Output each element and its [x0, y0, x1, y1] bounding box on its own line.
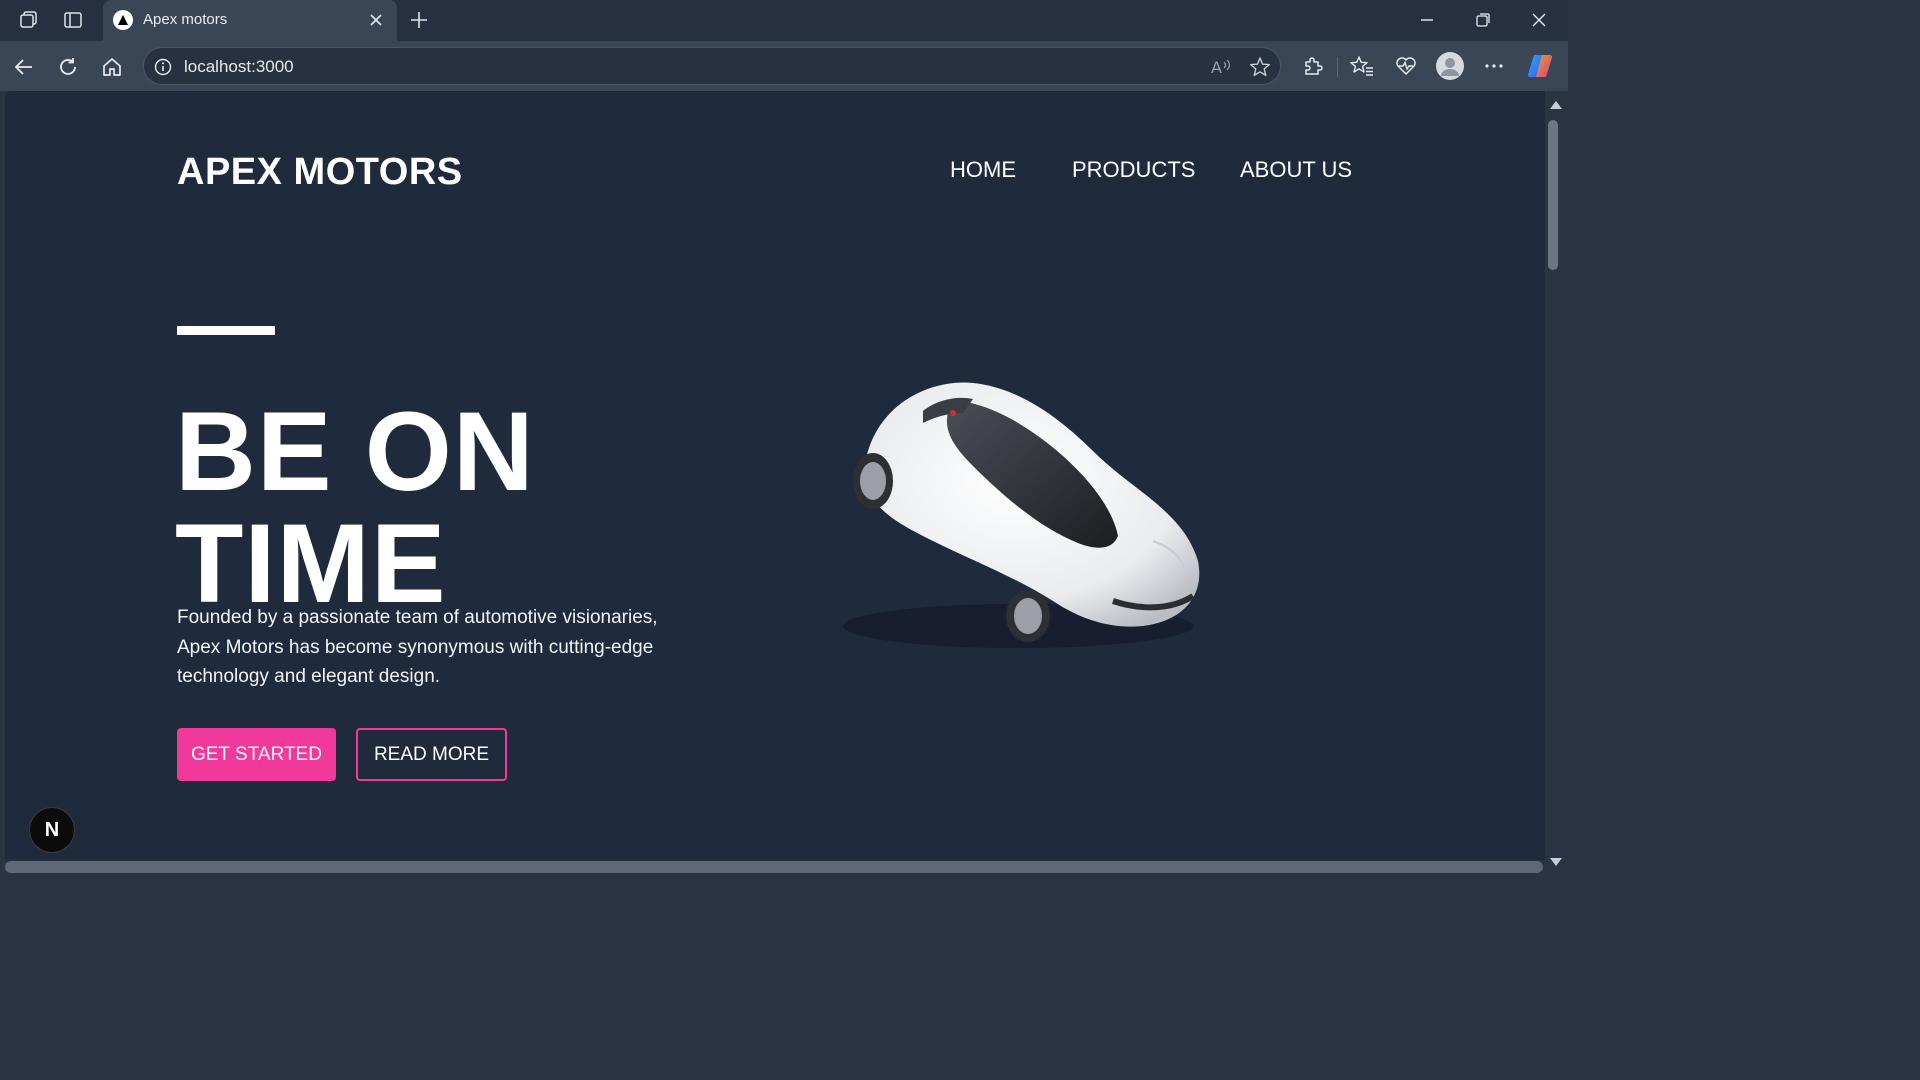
refresh-icon[interactable] [52, 51, 84, 83]
minimize-icon[interactable] [1407, 6, 1447, 34]
car-image [813, 371, 1213, 661]
url-text[interactable]: localhost:3000 [184, 57, 294, 77]
site-info-icon[interactable] [152, 56, 174, 78]
close-tab-icon[interactable] [363, 7, 389, 33]
read-aloud-icon[interactable]: A [1208, 54, 1234, 80]
new-tab-icon[interactable] [404, 6, 434, 34]
profile-avatar-icon[interactable] [1434, 50, 1466, 82]
restore-icon[interactable] [1463, 6, 1503, 34]
get-started-button[interactable]: GET STARTED [177, 728, 336, 781]
site-logo[interactable]: APEX MOTORS [177, 151, 463, 194]
accent-bar [177, 326, 275, 335]
svg-text:A: A [1211, 58, 1222, 77]
horizontal-scrollbar-thumb[interactable] [5, 861, 1543, 873]
hero-description: Founded by a passionate team of automoti… [177, 607, 658, 687]
nav-about-us[interactable]: ABOUT US [1240, 157, 1352, 183]
more-icon[interactable] [1478, 50, 1510, 82]
close-window-icon[interactable] [1519, 6, 1559, 34]
browser-essentials-icon[interactable] [1390, 50, 1422, 82]
favorites-icon[interactable] [1346, 50, 1378, 82]
hero-title: BE ON TIME [175, 396, 535, 620]
nav-home[interactable]: HOME [950, 157, 1016, 183]
nextjs-favicon-icon [113, 10, 133, 30]
home-icon[interactable] [96, 51, 128, 83]
nextjs-dev-badge[interactable]: N [29, 807, 75, 853]
browser-toolbar: localhost:3000 A [0, 41, 1568, 91]
toolbar-separator [1337, 57, 1338, 77]
back-icon[interactable] [8, 51, 40, 83]
tab-actions-icon[interactable] [58, 6, 88, 34]
hero-title-line1: BE ON [175, 389, 535, 514]
copilot-icon[interactable] [1524, 50, 1556, 82]
vertical-scrollbar-thumb[interactable] [1548, 120, 1558, 270]
page-viewport: APEX MOTORS HOME PRODUCTS ABOUT US BE ON… [5, 91, 1545, 860]
tab-title: Apex motors [143, 11, 228, 28]
nav-products[interactable]: PRODUCTS [1072, 157, 1195, 183]
read-more-button[interactable]: READ MORE [356, 728, 507, 781]
active-tab[interactable]: Apex motors [103, 0, 397, 41]
favorite-star-icon[interactable] [1247, 54, 1273, 80]
browser-titlebar: Apex motors [0, 0, 1568, 41]
address-bar[interactable]: localhost:3000 A [143, 47, 1281, 85]
extensions-icon[interactable] [1297, 50, 1329, 82]
workspaces-icon[interactable] [14, 6, 44, 34]
